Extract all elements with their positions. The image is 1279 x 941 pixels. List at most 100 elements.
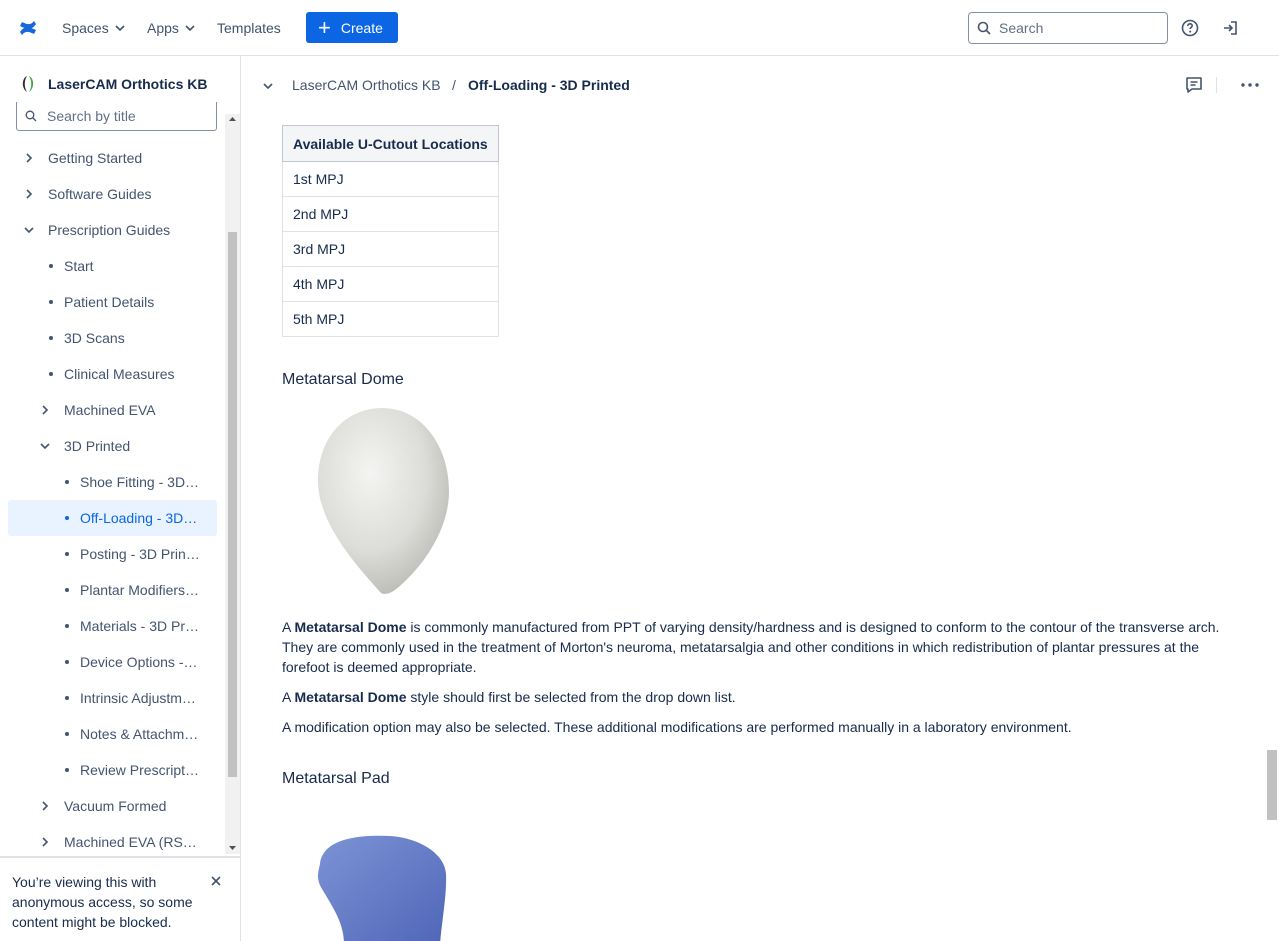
templates-label: Templates — [217, 20, 281, 36]
sidebar-item[interactable]: Patient Details — [8, 284, 217, 320]
page-scrollbar-thumb[interactable] — [1267, 750, 1277, 820]
sidebar-item[interactable]: Intrinsic Adjustm… — [8, 680, 217, 716]
page-title[interactable]: Off-Loading - 3D Printed — [468, 77, 630, 93]
bullet-icon — [49, 372, 53, 376]
toolbar-divider — [1216, 77, 1217, 93]
sidebar-item[interactable]: 3D Printed — [8, 428, 217, 464]
bullet-icon — [65, 624, 69, 628]
breadcrumb-space-link[interactable]: LaserCAM Orthotics KB — [292, 77, 441, 93]
dome-description-paragraph: A Metatarsal Dome is commonly manufactur… — [282, 617, 1232, 677]
sidebar-scrollbar-thumb[interactable] — [228, 232, 237, 777]
table-row: 1st MPJ — [282, 161, 499, 197]
dome-p2-term: Metatarsal Dome — [294, 689, 407, 705]
sidebar-item[interactable]: Machined EVA — [8, 392, 217, 428]
bullet-icon — [65, 480, 69, 484]
sidebar-item[interactable]: Clinical Measures — [8, 356, 217, 392]
table-cell: 2nd MPJ — [282, 196, 499, 232]
sidebar-item-label: Machined EVA — [64, 402, 156, 418]
sidebar-item[interactable]: Getting Started — [8, 140, 217, 176]
dome-p1-term: Metatarsal Dome — [294, 619, 407, 635]
spaces-menu[interactable]: Spaces — [62, 0, 125, 56]
search-input[interactable]: Search — [968, 12, 1168, 44]
sidebar-item[interactable]: Device Options -… — [8, 644, 217, 680]
scroll-down-arrow-icon[interactable] — [228, 844, 237, 852]
table-cell: 1st MPJ — [282, 161, 499, 197]
table-row: 2nd MPJ — [282, 196, 499, 232]
sidebar-item-label: Getting Started — [48, 150, 143, 166]
log-in-icon[interactable] — [1220, 18, 1240, 38]
bullet-icon — [65, 588, 69, 592]
search-icon — [977, 21, 991, 35]
sidebar-item-label: Notes & Attachm… — [80, 726, 199, 742]
create-label: Create — [340, 19, 383, 36]
dome-p1-prefix: A — [282, 619, 295, 635]
sidebar-item[interactable]: Off-Loading - 3D… — [8, 500, 217, 536]
templates-link[interactable]: Templates — [217, 0, 281, 56]
sidebar-item[interactable]: Vacuum Formed — [8, 788, 217, 824]
apps-menu[interactable]: Apps — [147, 0, 195, 56]
search-by-title-input[interactable]: Search by title — [16, 102, 217, 131]
sidebar-item-label: Patient Details — [64, 294, 155, 310]
sidebar-item[interactable]: Prescription Guides — [8, 212, 217, 248]
notice-text: You’re viewing this with anonymous acces… — [12, 874, 193, 930]
breadcrumb: LaserCAM Orthotics KB / Off-Loading - 3D… — [242, 56, 1265, 114]
chevron-down-icon[interactable] — [262, 80, 274, 92]
sidebar-item[interactable]: Shoe Fitting - 3D… — [8, 464, 217, 500]
create-button[interactable]: + Create — [306, 12, 398, 43]
chevron-down-icon[interactable] — [22, 223, 36, 237]
chevron-right-icon[interactable] — [38, 799, 52, 813]
sidebar-item-label: Device Options -… — [80, 654, 198, 670]
plus-icon: + — [318, 14, 331, 40]
bullet-icon — [65, 696, 69, 700]
table-row: 3rd MPJ — [282, 231, 499, 267]
sidebar-item[interactable]: Plantar Modifiers… — [8, 572, 217, 608]
space-sidebar: LaserCAM Orthotics KB Search by title Ge… — [0, 56, 241, 941]
table-header-row: Available U-Cutout Locations — [282, 125, 499, 162]
bullet-icon — [65, 516, 69, 520]
sidebar-item-label: Materials - 3D Pr… — [80, 618, 200, 634]
spaces-label: Spaces — [62, 20, 109, 36]
sidebar-item[interactable]: Software Guides — [8, 176, 217, 212]
metatarsal-dome-heading: Metatarsal Dome — [282, 371, 404, 388]
table-row: 4th MPJ — [282, 266, 499, 302]
chevron-right-icon[interactable] — [22, 187, 36, 201]
sidebar-item[interactable]: Machined EVA (RS… — [8, 824, 217, 860]
metatarsal-pad-image[interactable] — [310, 834, 450, 941]
comment-icon[interactable] — [1184, 76, 1204, 94]
chevron-right-icon[interactable] — [22, 151, 36, 165]
sidebar-item-label: Prescription Guides — [48, 222, 171, 238]
table-cell: 5th MPJ — [282, 301, 499, 337]
sidebar-item-label: Clinical Measures — [64, 366, 175, 382]
help-icon[interactable] — [1180, 18, 1200, 38]
metatarsal-dome-image[interactable] — [312, 406, 452, 598]
sidebar-item-label: Off-Loading - 3D… — [80, 510, 198, 526]
sidebar-item[interactable]: Start — [8, 248, 217, 284]
search-icon — [25, 110, 37, 122]
bullet-icon — [49, 336, 53, 340]
more-actions-icon[interactable] — [1240, 83, 1260, 87]
sidebar-item-label: Review Prescript… — [80, 762, 200, 778]
table-cell: 4th MPJ — [282, 266, 499, 302]
sidebar-item[interactable]: 3D Scans — [8, 320, 217, 356]
chevron-down-icon[interactable] — [38, 439, 52, 453]
search-by-title-placeholder: Search by title — [47, 108, 136, 124]
sidebar-item-label: Start — [64, 258, 94, 274]
breadcrumb-separator: / — [452, 77, 456, 93]
scroll-up-arrow-icon[interactable] — [228, 115, 237, 123]
search-placeholder: Search — [999, 20, 1044, 36]
bullet-icon — [65, 768, 69, 772]
dome-p1-body: is commonly manufactured from PPT of var… — [282, 619, 1220, 675]
chevron-right-icon[interactable] — [38, 835, 52, 849]
chevron-right-icon[interactable] — [38, 403, 52, 417]
sidebar-item[interactable]: Review Prescript… — [8, 752, 217, 788]
space-name: LaserCAM Orthotics KB — [48, 75, 208, 92]
close-icon[interactable] — [210, 875, 222, 887]
bullet-icon — [49, 300, 53, 304]
sidebar-item[interactable]: Materials - 3D Pr… — [8, 608, 217, 644]
apps-label: Apps — [147, 20, 179, 36]
confluence-logo-icon[interactable] — [18, 18, 38, 38]
space-avatar-icon — [22, 75, 34, 92]
sidebar-item[interactable]: Posting - 3D Prin… — [8, 536, 217, 572]
bullet-icon — [49, 264, 53, 268]
sidebar-item[interactable]: Notes & Attachm… — [8, 716, 217, 752]
